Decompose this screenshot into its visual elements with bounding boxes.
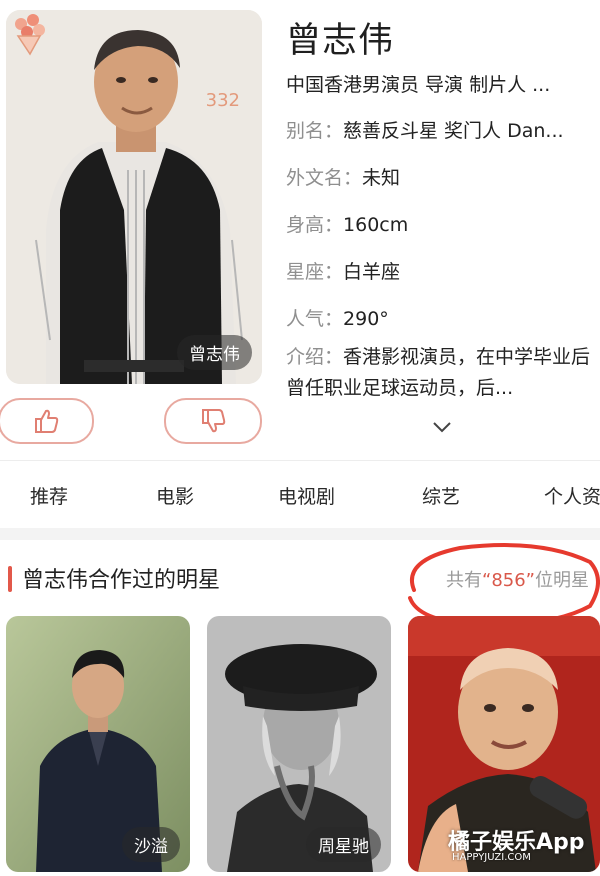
info-row-height: 身高：160cm [286,210,408,237]
profession-tags: 中国香港男演员 导演 制片人 ... [286,74,551,96]
info-value: 慈善反斗星 奖门人 Dan... [343,120,564,142]
info-value: 白羊座 [343,261,401,283]
tab-recommend[interactable]: 推荐 [30,482,68,509]
intro-text: 介绍：香港影视演员，在中学毕业后曾任职业足球运动员，后... [286,342,592,404]
info-row-zodiac: 星座：白羊座 [286,257,400,284]
like-button[interactable] [0,398,94,444]
thumbs-up-icon [35,409,59,433]
info-row-foreign-name: 外文名：未知 [286,163,400,190]
intro-key: 介绍： [286,346,344,368]
info-key: 外文名： [286,167,363,189]
chevron-down-icon[interactable] [430,418,454,436]
celebrity-name: 曾志伟 [286,21,395,61]
info-row-alias: 别名：慈善反斗星 奖门人 Dan... [286,116,564,143]
divider [0,460,600,461]
info-key: 人气： [286,308,344,330]
tab-movies[interactable]: 电影 [156,482,194,509]
category-tabs: 推荐 电影 电视剧 综艺 个人资 [0,470,600,526]
star-name: 周星驰 [306,827,381,862]
star-card[interactable]: 沙溢 [6,616,190,872]
flower-count: 332 [205,90,240,111]
thumbs-down-icon [202,409,226,433]
tab-tv-series[interactable]: 电视剧 [278,482,335,509]
info-value: 160cm [343,214,409,236]
section-accent-bar [8,566,12,592]
star-name: 沙溢 [122,827,180,862]
dislike-button[interactable] [164,398,262,444]
info-key: 星座： [286,261,344,283]
photo-caption: 曾志伟 [177,335,252,370]
watermark-url: HAPPYJUZI.COM [452,852,531,863]
tab-variety[interactable]: 综艺 [422,482,460,509]
flower-bouquet-icon[interactable] [6,10,52,56]
tab-personal-info[interactable]: 个人资 [544,482,600,509]
star-card[interactable]: 周星驰 [207,616,391,872]
info-key: 别名： [286,120,344,142]
profile-portrait [6,10,262,384]
info-key: 身高： [286,214,344,236]
profile-photo[interactable]: 332 曾志伟 [6,10,262,384]
section-title: 曾志伟合作过的明星 [22,568,221,593]
info-value: 290° [343,308,389,330]
info-value: 未知 [362,167,401,189]
section-gap [0,528,600,540]
info-row-popularity: 人气：290° [286,304,389,331]
